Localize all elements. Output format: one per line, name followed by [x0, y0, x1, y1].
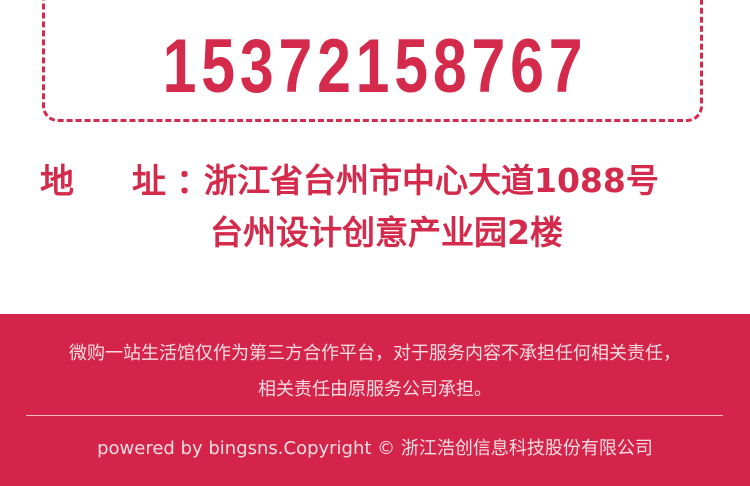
address-line-1: 浙江省台州市中心大道1088号 — [204, 161, 659, 200]
footer: 微购一站生活馆仅作为第三方合作平台，对于服务内容不承担任何相关责任， 相关责任由… — [0, 314, 750, 486]
disclaimer-text: 微购一站生活馆仅作为第三方合作平台，对于服务内容不承担任何相关责任， 相关责任由… — [0, 336, 750, 408]
copyright-text: powered by bingsns.Copyright © 浙江浩创信息科技股… — [97, 438, 653, 459]
phone-number[interactable]: 15372158767 — [75, 0, 675, 122]
content-area: 15372158767 地址 ： 浙江省台州市中心大道1088号 台州设计创意产… — [0, 0, 750, 314]
disclaimer-line-1: 微购一站生活馆仅作为第三方合作平台，对于服务内容不承担任何相关责任， — [69, 343, 681, 364]
footer-divider — [26, 415, 723, 416]
address-line-2: 台州设计创意产业园2楼 — [210, 213, 563, 252]
disclaimer-line-2: 相关责任由原服务公司承担。 — [258, 379, 492, 400]
